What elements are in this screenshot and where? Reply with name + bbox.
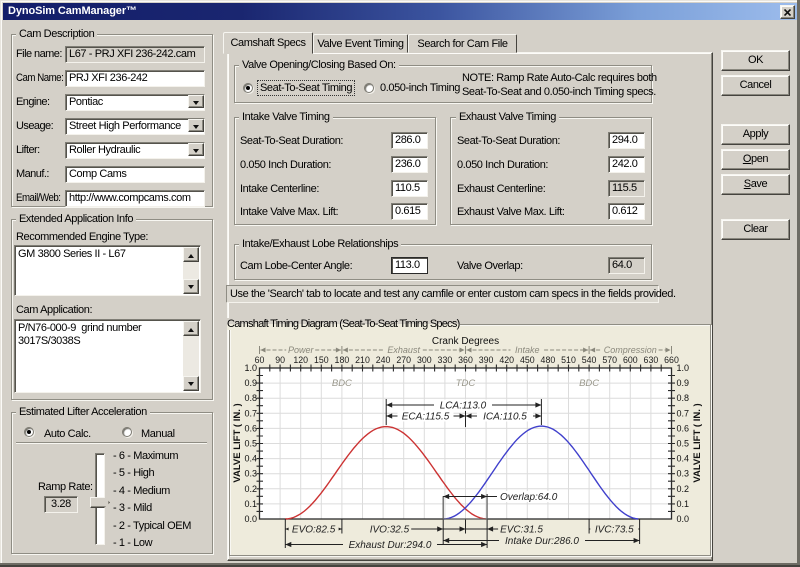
svg-text:BDC: BDC [332, 378, 352, 389]
svg-text:600: 600 [623, 355, 638, 365]
svg-text:IVO:32.5: IVO:32.5 [370, 524, 410, 535]
svg-text:0.5: 0.5 [677, 439, 690, 449]
svg-text:Intake: Intake [515, 345, 540, 355]
svg-text:IVC:73.5: IVC:73.5 [595, 524, 634, 535]
svg-text:0.8: 0.8 [244, 393, 257, 403]
svg-text:0.0: 0.0 [244, 514, 257, 524]
svg-text:EVO:82.5: EVO:82.5 [292, 524, 336, 535]
svg-text:270: 270 [396, 355, 411, 365]
svg-text:ECA:115.5: ECA:115.5 [402, 411, 450, 422]
svg-text:0.4: 0.4 [244, 454, 257, 464]
svg-text:570: 570 [602, 355, 617, 365]
svg-text:0.9: 0.9 [244, 378, 257, 388]
svg-text:0.6: 0.6 [677, 423, 690, 433]
svg-text:0.2: 0.2 [677, 484, 690, 494]
svg-text:VALVE LIFT ( IN. ): VALVE LIFT ( IN. ) [232, 403, 243, 482]
svg-text:0.1: 0.1 [677, 499, 690, 509]
svg-text:EVC:31.5: EVC:31.5 [500, 524, 543, 535]
svg-text:BDC: BDC [579, 378, 599, 389]
svg-text:0.5: 0.5 [244, 439, 257, 449]
svg-text:630: 630 [644, 355, 659, 365]
svg-text:210: 210 [355, 355, 370, 365]
svg-text:VALVE LIFT ( IN. ): VALVE LIFT ( IN. ) [692, 403, 703, 482]
svg-text:150: 150 [314, 355, 329, 365]
svg-text:Exhaust Dur:294.0: Exhaust Dur:294.0 [349, 540, 432, 551]
svg-text:0.1: 0.1 [244, 499, 257, 509]
svg-text:Compression: Compression [604, 345, 657, 355]
svg-text:LCA:113.0: LCA:113.0 [440, 400, 487, 411]
svg-text:TDC: TDC [456, 378, 476, 389]
svg-text:Power: Power [288, 345, 315, 355]
svg-text:Overlap:64.0: Overlap:64.0 [500, 492, 558, 503]
svg-text:330: 330 [438, 355, 453, 365]
svg-text:540: 540 [582, 355, 597, 365]
svg-text:1.0: 1.0 [244, 363, 257, 373]
svg-text:510: 510 [561, 355, 576, 365]
svg-text:0.3: 0.3 [244, 469, 257, 479]
svg-text:480: 480 [541, 355, 556, 365]
svg-text:240: 240 [376, 355, 391, 365]
svg-text:0.7: 0.7 [677, 408, 690, 418]
svg-text:0.2: 0.2 [244, 484, 257, 494]
svg-text:0.3: 0.3 [677, 469, 690, 479]
svg-text:0.0: 0.0 [677, 514, 690, 524]
svg-text:Crank Degrees: Crank Degrees [432, 336, 499, 347]
svg-text:0.6: 0.6 [244, 423, 257, 433]
svg-text:0.7: 0.7 [244, 408, 257, 418]
svg-text:0.8: 0.8 [677, 393, 690, 403]
svg-text:1.0: 1.0 [677, 363, 690, 373]
svg-text:390: 390 [479, 355, 494, 365]
svg-text:Exhaust: Exhaust [387, 345, 420, 355]
svg-text:0.4: 0.4 [677, 454, 690, 464]
svg-text:420: 420 [499, 355, 514, 365]
svg-text:300: 300 [417, 355, 432, 365]
svg-text:180: 180 [335, 355, 350, 365]
svg-text:120: 120 [293, 355, 308, 365]
svg-text:0.9: 0.9 [677, 378, 690, 388]
svg-text:Intake Dur:286.0: Intake Dur:286.0 [505, 536, 579, 547]
svg-text:450: 450 [520, 355, 535, 365]
svg-text:90: 90 [275, 355, 285, 365]
svg-text:ICA:110.5: ICA:110.5 [483, 411, 527, 422]
svg-text:360: 360 [458, 355, 473, 365]
